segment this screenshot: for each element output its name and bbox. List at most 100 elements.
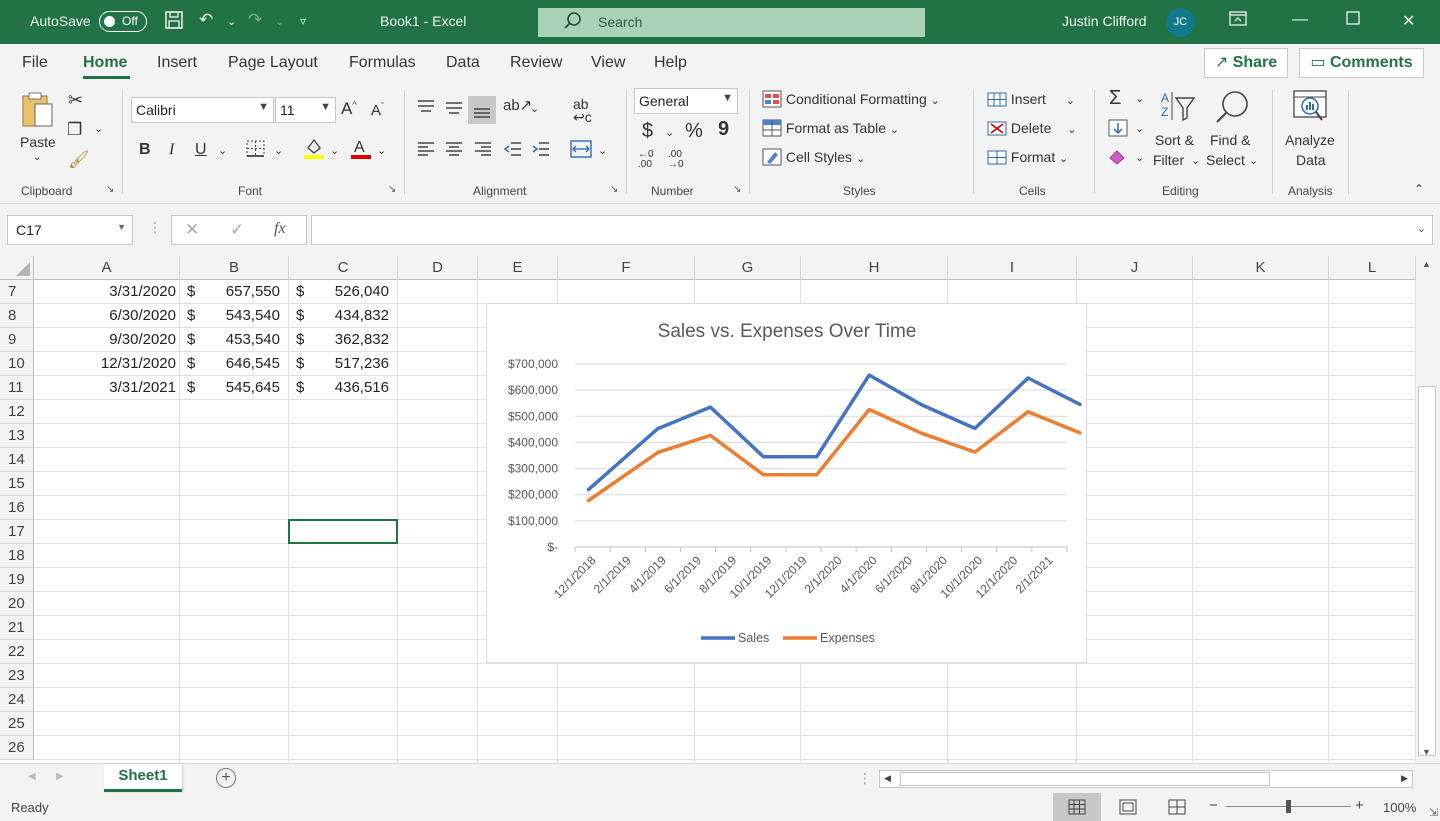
row-header-16[interactable]: 16 [0,496,34,520]
increase-indent-icon[interactable] [531,140,551,161]
user-name[interactable]: Justin Clifford [1062,13,1147,29]
top-align-icon[interactable] [416,98,436,119]
clear-dropdown-icon[interactable]: ⌄ [1135,151,1144,164]
increase-font-size-icon[interactable]: A^ [341,99,357,119]
delete-cells-button[interactable]: Delete ⌄ [987,119,1076,137]
number-format-select[interactable]: General ▼ [634,88,738,114]
analyze-data-icon[interactable] [1291,88,1329,129]
accounting-format-button[interactable]: $ [642,120,653,143]
page-layout-view-icon[interactable] [1119,799,1137,818]
format-as-table-button[interactable]: Format as Table ⌄ [762,119,899,137]
column-header-e[interactable]: E [478,256,558,280]
cell-expenses[interactable]: 526,040 [309,280,389,304]
alignment-launcher-icon[interactable]: ↘ [610,184,618,195]
collapse-ribbon-icon[interactable]: ⌃ [1414,182,1424,196]
font-size-select[interactable]: 11 ▼ [275,97,336,123]
cell-date[interactable]: 12/31/2020 [34,352,176,376]
close-icon[interactable]: ✕ [1402,11,1415,31]
expand-formula-bar-icon[interactable]: ⌄ [1417,222,1426,235]
row-header-9[interactable]: 9 [0,328,34,352]
row-header-13[interactable]: 13 [0,424,34,448]
avatar[interactable]: JC [1166,8,1195,37]
decrease-indent-icon[interactable] [503,140,523,161]
row-header-10[interactable]: 10 [0,352,34,376]
cell-sales[interactable]: 545,645 [200,376,280,400]
cut-icon[interactable]: ✂ [68,90,83,111]
comma-style-button[interactable]: 9 [718,118,729,141]
column-header-j[interactable]: J [1077,256,1193,280]
tab-home[interactable]: Home [83,54,127,72]
sort-filter-icon[interactable]: AZ [1156,90,1198,129]
column-header-h[interactable]: H [801,256,948,280]
borders-icon[interactable] [246,140,266,161]
tab-review[interactable]: Review [510,54,562,72]
redo-dropdown-icon[interactable]: ⌄ [275,15,284,28]
column-header-c[interactable]: C [289,256,398,280]
insert-function-icon[interactable]: fx [274,220,286,238]
decrease-font-size-icon[interactable]: Aˇ [371,101,384,119]
cell-sales[interactable]: 543,540 [200,304,280,328]
font-color-icon[interactable]: A [350,136,372,163]
merge-dropdown-icon[interactable]: ⌄ [598,144,607,157]
column-header-f[interactable]: F [558,256,695,280]
cell-styles-button[interactable]: Cell Styles ⌄ [762,148,865,166]
vertical-scrollbar[interactable]: ▲ ▼ [1416,256,1440,763]
cell-expenses[interactable]: 517,236 [309,352,389,376]
fill-dropdown-icon[interactable]: ⌄ [1135,122,1144,135]
decrease-decimal-icon[interactable]: .00 →0 [668,150,684,170]
row-header-17[interactable]: 17 [0,520,34,544]
row-header-12[interactable]: 12 [0,400,34,424]
merge-center-icon[interactable] [570,140,592,161]
cell-date[interactable]: 3/31/2021 [34,376,176,400]
row-header-22[interactable]: 22 [0,640,34,664]
find-select-dropdown-icon[interactable]: ⌄ [1249,154,1258,167]
cell-expenses[interactable]: 362,832 [309,328,389,352]
scroll-down-icon[interactable]: ▼ [1422,747,1431,757]
cell-expenses[interactable]: 434,832 [309,304,389,328]
column-header-d[interactable]: D [398,256,478,280]
align-center-icon[interactable] [444,140,464,161]
analyze-data-label-2[interactable]: Data [1296,152,1326,168]
line-chart[interactable]: Sales vs. Expenses Over Time $- $100,000 $2… [486,303,1087,663]
font-launcher-icon[interactable]: ↘ [388,184,396,195]
scroll-right-icon[interactable]: ▶ [1401,773,1408,784]
cell-date[interactable]: 3/31/2020 [34,280,176,304]
selected-cell[interactable] [288,519,398,544]
zoom-out-icon[interactable]: − [1209,797,1218,814]
row-header-23[interactable]: 23 [0,664,34,688]
row-header-26[interactable]: 26 [0,736,34,760]
row-header-15[interactable]: 15 [0,472,34,496]
clear-icon[interactable] [1108,147,1128,168]
middle-align-icon[interactable] [444,98,464,119]
tab-file[interactable]: File [22,54,48,72]
column-header-i[interactable]: I [948,256,1077,280]
bold-button[interactable]: B [139,141,151,159]
row-header-18[interactable]: 18 [0,544,34,568]
save-icon[interactable] [164,10,184,35]
zoom-in-icon[interactable]: + [1355,797,1364,814]
sort-filter-label-1[interactable]: Sort & [1155,132,1194,148]
maximize-icon[interactable] [1346,11,1360,30]
align-left-icon[interactable] [416,140,436,161]
column-header-a[interactable]: A [34,256,180,280]
zoom-slider-thumb[interactable] [1286,800,1291,813]
format-cells-button[interactable]: Format ⌄ [987,148,1068,166]
share-button[interactable]: ↗ Share [1204,48,1288,78]
align-right-icon[interactable] [473,140,493,161]
horizontal-scrollbar[interactable]: ◀ ▶ [879,770,1413,788]
cell-sales[interactable]: 657,550 [200,280,280,304]
cell-expenses[interactable]: 436,516 [309,376,389,400]
fill-color-dropdown-icon[interactable]: ⌄ [330,144,339,157]
resize-grip-icon[interactable]: ⇲ [1429,806,1438,819]
paste-button[interactable] [20,90,56,133]
underline-button[interactable]: U [195,141,207,159]
autosum-icon[interactable]: Σ [1109,87,1121,110]
row-header-21[interactable]: 21 [0,616,34,640]
font-color-dropdown-icon[interactable]: ⌄ [377,144,386,157]
undo-dropdown-icon[interactable]: ⌄ [227,15,236,28]
copy-icon[interactable]: ❐ [67,120,82,140]
split-handle-icon[interactable]: ⋮ [858,770,872,787]
comments-button[interactable]: ▭ Comments [1299,48,1424,78]
copy-dropdown-icon[interactable]: ⌄ [94,122,103,135]
horizontal-scroll-thumb[interactable] [900,772,1270,786]
